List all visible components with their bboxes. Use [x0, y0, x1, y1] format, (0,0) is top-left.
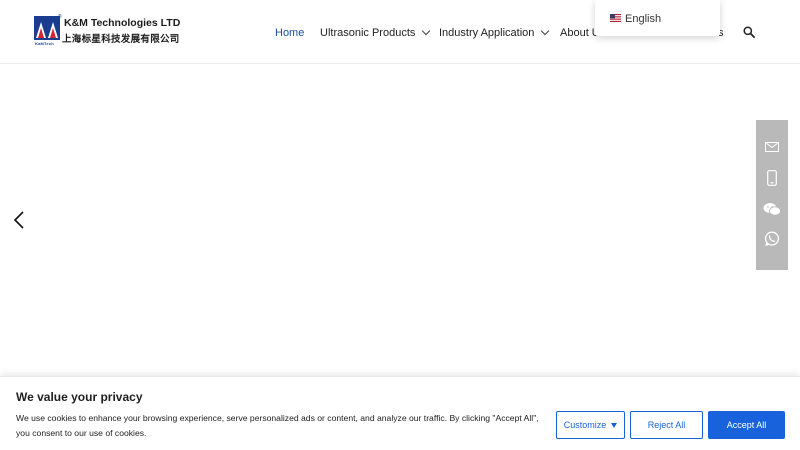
- cookie-description: We use cookies to enhance your browsing …: [16, 413, 539, 438]
- chevron-down-icon: [541, 26, 550, 36]
- phone-button[interactable]: [756, 163, 788, 193]
- chevron-down-icon: [422, 26, 431, 36]
- chevron-left-icon[interactable]: [12, 210, 26, 230]
- nav-about-us[interactable]: About U: [560, 25, 600, 41]
- nav-home-label: Home: [275, 27, 305, 39]
- mail-icon: [765, 142, 779, 152]
- customize-button[interactable]: Customize: [556, 411, 625, 439]
- accept-all-button[interactable]: Accept All: [708, 411, 785, 439]
- caret-down-icon: [611, 422, 618, 428]
- company-name-cn: 上海标星科技发展有限公司: [62, 34, 180, 45]
- us-flag-icon: [610, 14, 621, 22]
- wechat-button[interactable]: [756, 194, 788, 224]
- reject-all-button[interactable]: Reject All: [630, 411, 703, 439]
- search-icon[interactable]: [743, 26, 755, 38]
- wechat-icon: [763, 203, 781, 216]
- reject-all-label: Reject All: [647, 420, 686, 430]
- logo-mark-text: KaMTech: [35, 41, 54, 46]
- company-name-en: K&M Technologies LTD: [64, 17, 181, 29]
- nav-home[interactable]: Home: [275, 25, 304, 41]
- cookie-title: We value your privacy: [16, 390, 143, 404]
- whatsapp-icon: [764, 231, 780, 246]
- logo-mark-icon: [34, 16, 60, 40]
- phone-icon: [767, 170, 777, 186]
- nav-ultrasonic-products[interactable]: Ultrasonic Products: [320, 25, 431, 41]
- whatsapp-button[interactable]: [756, 224, 788, 254]
- company-logo[interactable]: ® KaMTech K&M Technologies LTD 上海标星科技发展有…: [34, 14, 180, 50]
- language-label: English: [625, 13, 662, 25]
- nav-industry-application[interactable]: Industry Application: [439, 25, 550, 41]
- mail-button[interactable]: [756, 132, 788, 162]
- accept-all-label: Accept All: [726, 420, 767, 430]
- nav-about-us-label: About U: [560, 27, 600, 39]
- cookie-consent-banner: We value your privacy We use cookies to …: [0, 376, 800, 450]
- registered-mark: ®: [58, 14, 62, 20]
- nav-industry-application-label: Industry Application: [439, 27, 535, 39]
- language-selector[interactable]: English: [595, 0, 720, 36]
- contact-sidebar: [756, 120, 788, 270]
- nav-ultrasonic-products-label: Ultrasonic Products: [320, 27, 416, 39]
- customize-label: Customize: [563, 420, 607, 430]
